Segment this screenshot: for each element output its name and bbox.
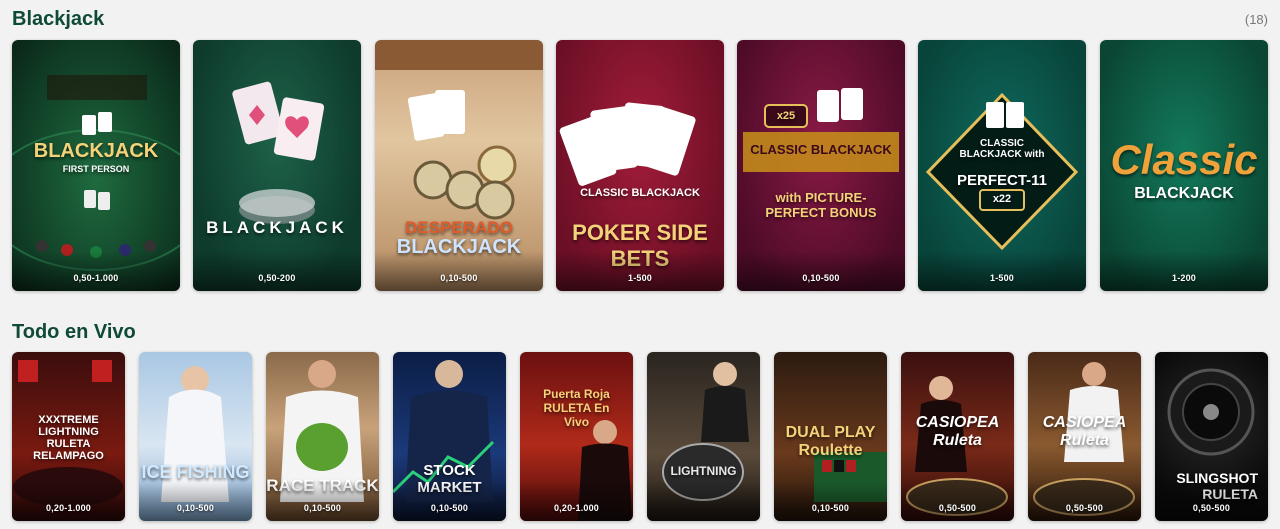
bet-limit: 0,10-500	[303, 503, 342, 513]
bet-limit: 0,10-500	[430, 503, 469, 513]
game-logo: LIGHTNING	[670, 464, 737, 478]
game-logo: CLASSIC BLACKJACK	[750, 142, 892, 157]
game-logo: Puerta Roja RULETA En Vivo	[543, 387, 610, 429]
game-tile-slingshot-ruleta[interactable]: SLINGSHOT RULETA 0,50-500	[1155, 352, 1268, 521]
bet-limit: 0,20-1.000	[45, 503, 92, 513]
game-logo: Classic	[1110, 136, 1258, 183]
bet-limit: 0,10-500	[440, 273, 478, 283]
game-tile-puerta-roja-ruleta[interactable]: Puerta Roja RULETA En Vivo 0,20-1.000	[520, 352, 633, 521]
game-tile-classic-blackjack[interactable]: Classic BLACKJACK 1-200	[1100, 40, 1268, 291]
game-logo: CLASSIC BLACKJACK	[580, 187, 700, 199]
bet-limit: 0,50-500	[1065, 503, 1104, 513]
multiplier-badge: x25	[776, 110, 796, 122]
bet-limit: 0,50-1.000	[73, 273, 119, 283]
bet-limit: 0,10-500	[802, 273, 840, 283]
game-logo: XXXTREME LIGHTNING RULETA RELAMPAGO	[33, 414, 104, 462]
bet-limit: 1-200	[1171, 273, 1197, 283]
game-tile-blackjack[interactable]: BLACKJACK 0,50-200	[193, 40, 361, 291]
game-tile-poker-side-bets[interactable]: CLASSIC BLACKJACK POKER SIDE BETS 1-500	[556, 40, 724, 291]
game-logo: BLACKJACK	[206, 218, 348, 237]
game-tile-ice-fishing[interactable]: ICE FISHING 0,10-500	[139, 352, 252, 521]
bet-limit: 0,10-500	[811, 503, 850, 513]
section-title-blackjack: Blackjack	[12, 8, 105, 30]
game-tile-blackjack-first-person[interactable]: BLACKJACK FIRST PERSON 0,50-1.000	[12, 40, 180, 291]
game-logo: ICE FISHING	[141, 462, 250, 482]
game-logo: CASIOPEA Ruleta	[1042, 414, 1127, 449]
bet-limit: 0,50-200	[258, 273, 296, 283]
bet-limit: 0,20-1.000	[553, 503, 600, 513]
game-tile-race-track[interactable]: RACE TRACK 0,10-500	[266, 352, 379, 521]
bet-limit: 0,50-500	[1192, 503, 1231, 513]
bet-limit: 1-500	[627, 273, 653, 283]
game-tile-picture-perfect-bonus[interactable]: x25 CLASSIC BLACKJACK with PICTURE-PERFE…	[737, 40, 905, 291]
game-logo-sub: BLACKJACK	[1134, 185, 1234, 202]
game-logo: BLACKJACK	[33, 140, 159, 162]
game-logo: CLASSIC BLACKJACK with	[959, 138, 1045, 160]
game-logo-sub: PERFECT-11	[956, 172, 1048, 189]
bet-limit: 0,10-500	[176, 503, 215, 513]
game-tile-xxxtreme-lightning[interactable]: XXXTREME LIGHTNING RULETA RELAMPAGO 0,20…	[12, 352, 125, 521]
section-title-live: Todo en Vivo	[12, 321, 136, 343]
multiplier-badge: x22	[992, 193, 1012, 205]
game-tile-casiopea-ruleta-2[interactable]: CASIOPEA Ruleta 0,50-500	[1028, 352, 1141, 521]
game-tile-stock-market[interactable]: STOCK MARKET 0,10-500	[393, 352, 506, 521]
game-tile-dual-play-roulette[interactable]: DUAL PLAY Roulette 0,10-500	[774, 352, 887, 521]
bet-limit: 0,50-500	[938, 503, 977, 513]
game-logo: DUAL PLAY Roulette	[785, 424, 876, 459]
game-tile-lightning-roulette[interactable]: LIGHTNING	[647, 352, 760, 521]
game-logo-sub: with PICTURE-PERFECT BONUS	[765, 190, 877, 220]
bet-limit: 1-500	[989, 273, 1015, 283]
game-count: (18)	[1244, 12, 1268, 27]
game-tile-perfect-11[interactable]: CLASSIC BLACKJACK with PERFECT-11 x22 1-…	[918, 40, 1086, 291]
game-logo: DESPERADO	[405, 218, 513, 237]
game-tile-casiopea-ruleta-1[interactable]: CASIOPEA Ruleta 0,50-500	[901, 352, 1014, 521]
game-logo-sub: FIRST PERSON	[62, 164, 130, 174]
game-tile-desperado-blackjack[interactable]: DESPERADO BLACKJACK 0,10-500	[375, 40, 543, 291]
game-logo: CASIOPEA Ruleta	[915, 414, 1000, 449]
